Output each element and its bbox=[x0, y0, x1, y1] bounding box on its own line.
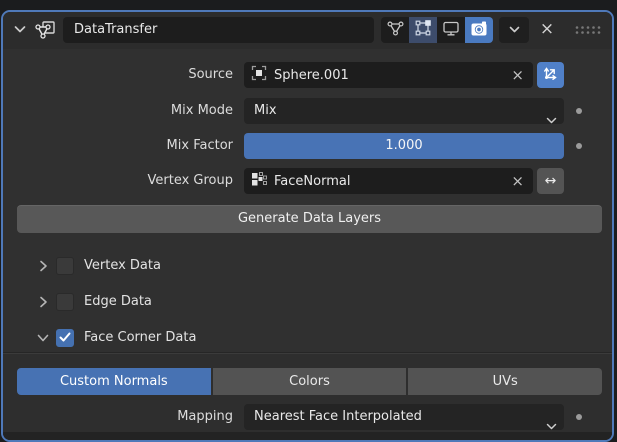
chevron-right-icon bbox=[36, 258, 50, 277]
animate-property-dot[interactable] bbox=[576, 108, 582, 114]
realtime-display-toggle[interactable] bbox=[437, 17, 465, 43]
chevron-down-icon bbox=[36, 330, 50, 349]
modifier-header: DataTransfer bbox=[3, 12, 612, 49]
mix-mode-row: Mix Mode Mix bbox=[3, 98, 612, 124]
close-icon: × bbox=[540, 19, 554, 39]
mapping-label: Mapping bbox=[3, 404, 233, 430]
datatransfer-modifier-panel: DataTransfer bbox=[1, 10, 614, 442]
source-label: Source bbox=[3, 62, 233, 88]
monitor-icon bbox=[442, 20, 460, 41]
data-type-segmented-control: Custom Normals Colors UVs bbox=[17, 368, 602, 395]
vertex-data-checkbox[interactable] bbox=[56, 257, 74, 275]
edit-mode-toggle[interactable] bbox=[381, 17, 409, 43]
vertex-group-field[interactable]: FaceNormal × bbox=[244, 168, 533, 194]
vertex-group-row: Vertex Group FaceNormal × bbox=[3, 168, 612, 194]
transform-axes-icon bbox=[542, 64, 560, 86]
custom-normals-label: Custom Normals bbox=[60, 374, 168, 389]
source-clear-button[interactable]: × bbox=[509, 66, 526, 84]
panel-expand-button[interactable] bbox=[9, 12, 31, 49]
chevron-down-icon bbox=[12, 21, 28, 41]
generate-data-layers-label: Generate Data Layers bbox=[238, 211, 381, 226]
swap-arrows-icon: ↔ bbox=[545, 173, 557, 189]
colors-label: Colors bbox=[289, 374, 330, 389]
display-toggle-group bbox=[381, 17, 493, 43]
checkmark-icon bbox=[58, 329, 72, 348]
datatransfer-modifier-icon bbox=[31, 12, 59, 49]
uvs-label: UVs bbox=[493, 374, 518, 389]
chevron-down-icon bbox=[546, 108, 557, 134]
mix-factor-slider[interactable]: 1.000 bbox=[244, 133, 564, 159]
next-panel-edge bbox=[3, 432, 612, 440]
vertex-group-invert-toggle[interactable]: ↔ bbox=[537, 168, 564, 194]
source-value: Sphere.001 bbox=[274, 68, 509, 83]
vertex-data-label: Vertex Data bbox=[84, 254, 161, 278]
source-object-field[interactable]: Sphere.001 × bbox=[244, 62, 533, 88]
vertex-group-value: FaceNormal bbox=[274, 174, 509, 189]
segment-colors[interactable]: Colors bbox=[213, 368, 407, 395]
mix-mode-select[interactable]: Mix bbox=[244, 98, 564, 124]
on-cage-toggle[interactable] bbox=[409, 17, 437, 43]
section-edge-data[interactable]: Edge Data bbox=[3, 290, 612, 314]
modifier-name-text: DataTransfer bbox=[74, 22, 157, 37]
camera-icon bbox=[470, 20, 488, 41]
face-corner-data-label: Face Corner Data bbox=[84, 326, 196, 350]
mix-mode-value: Mix bbox=[254, 103, 277, 118]
remove-modifier-button[interactable]: × bbox=[534, 17, 560, 43]
render-display-toggle[interactable] bbox=[465, 17, 493, 43]
edge-data-label: Edge Data bbox=[84, 290, 152, 314]
source-row: Source Sphere.001 × bbox=[3, 62, 612, 88]
panel-drag-grip[interactable] bbox=[574, 12, 602, 49]
edit-cage-icon bbox=[414, 19, 432, 41]
mix-factor-label: Mix Factor bbox=[3, 133, 233, 159]
segment-custom-normals[interactable]: Custom Normals bbox=[17, 368, 211, 395]
animate-property-dot[interactable] bbox=[576, 143, 582, 149]
source-object-transform-toggle[interactable] bbox=[537, 62, 564, 88]
generate-data-layers-button[interactable]: Generate Data Layers bbox=[17, 205, 602, 233]
face-corner-data-checkbox[interactable] bbox=[56, 329, 74, 347]
mapping-value: Nearest Face Interpolated bbox=[254, 409, 422, 424]
mix-factor-value: 1.000 bbox=[385, 138, 422, 153]
mapping-row: Mapping Nearest Face Interpolated bbox=[3, 404, 612, 430]
mapping-select[interactable]: Nearest Face Interpolated bbox=[244, 404, 564, 430]
vertex-group-clear-button[interactable]: × bbox=[509, 172, 526, 190]
face-corner-data-subpanel: Custom Normals Colors UVs Mapping Neares… bbox=[3, 352, 612, 440]
chevron-down-icon bbox=[508, 21, 521, 40]
segment-uvs[interactable]: UVs bbox=[408, 368, 602, 395]
section-vertex-data[interactable]: Vertex Data bbox=[3, 254, 612, 278]
grip-dots-icon bbox=[574, 21, 602, 40]
mesh-object-icon bbox=[251, 65, 267, 85]
section-face-corner-data[interactable]: Face Corner Data bbox=[3, 326, 612, 350]
mix-mode-label: Mix Mode bbox=[3, 98, 233, 124]
vertex-group-label: Vertex Group bbox=[3, 168, 233, 194]
modifier-extras-menu-button[interactable] bbox=[499, 17, 529, 43]
edge-data-checkbox[interactable] bbox=[56, 293, 74, 311]
animate-property-dot[interactable] bbox=[576, 414, 582, 420]
vertex-triangle-icon bbox=[386, 19, 405, 41]
vertex-group-icon bbox=[251, 171, 267, 191]
mix-factor-row: Mix Factor 1.000 bbox=[3, 133, 612, 159]
chevron-right-icon bbox=[36, 294, 50, 313]
modifier-name-input[interactable]: DataTransfer bbox=[63, 17, 374, 43]
